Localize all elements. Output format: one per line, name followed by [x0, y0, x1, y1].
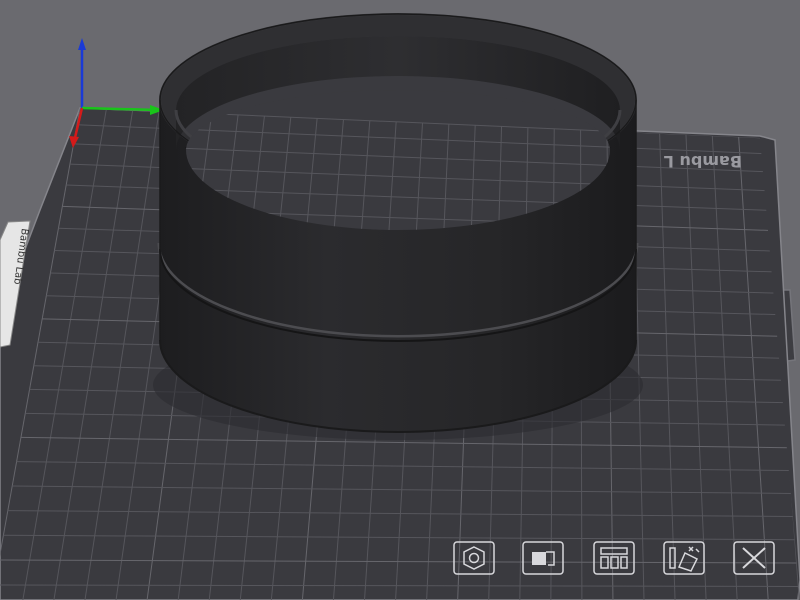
edit-tools-button[interactable]: [663, 541, 705, 575]
edit-tools-icon: [663, 541, 705, 575]
plate-button[interactable]: [522, 541, 564, 575]
arrange-button[interactable]: [593, 541, 635, 575]
plate-icon: [522, 541, 564, 575]
plate-brand-text: Bambu L: [664, 152, 742, 171]
close-icon: [733, 541, 775, 575]
orient-button[interactable]: [453, 541, 495, 575]
close-button[interactable]: [733, 541, 775, 575]
arrange-icon: [593, 541, 635, 575]
hexagon-nut-icon: [453, 541, 495, 575]
z-axis-arrow-icon: [78, 38, 86, 50]
3d-viewport[interactable]: Bambu Lab Bambu L: [0, 0, 800, 600]
